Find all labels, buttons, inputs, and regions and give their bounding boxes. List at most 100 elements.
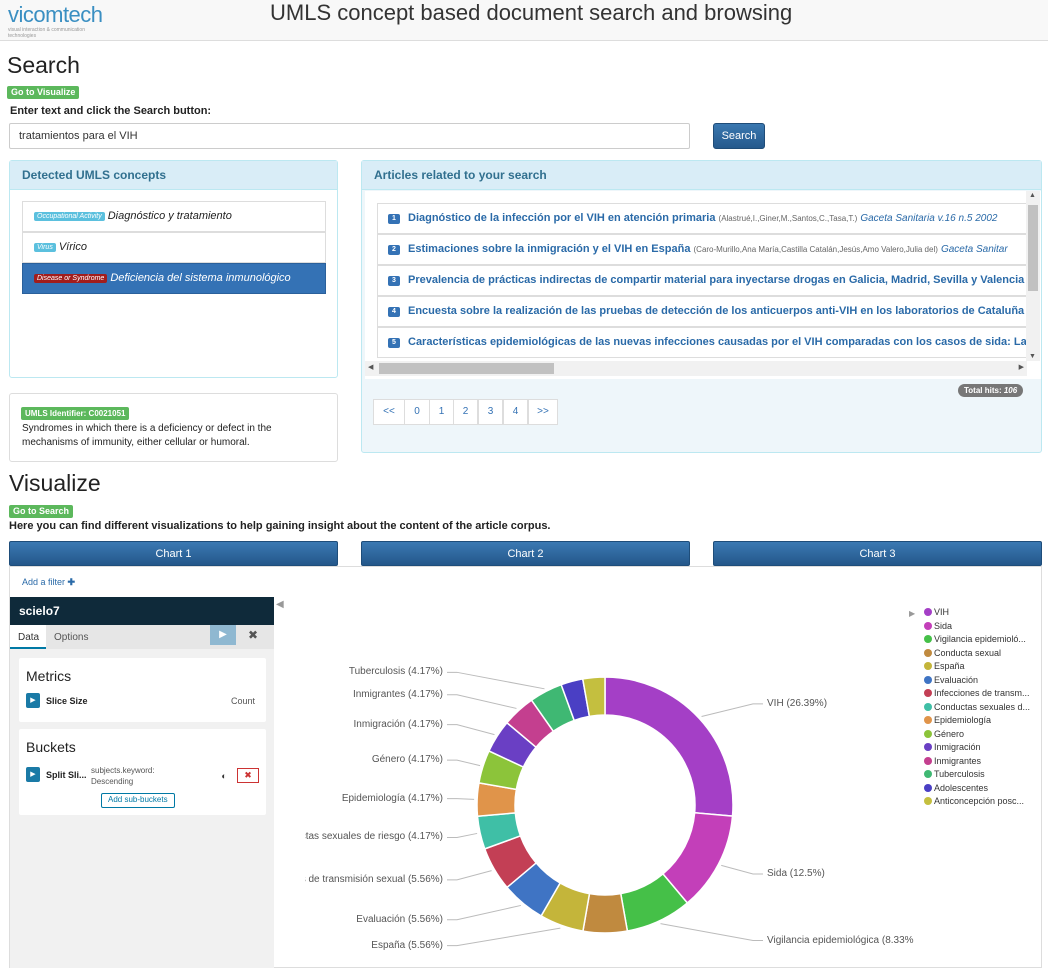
- legend-label: Género: [934, 728, 965, 739]
- slice-label: Tuberculosis (4.17%): [348, 666, 443, 678]
- tab-data[interactable]: Data: [10, 625, 46, 649]
- search-button[interactable]: Search: [713, 123, 765, 149]
- legend-swatch: [924, 648, 932, 657]
- tab-chart-3[interactable]: Chart 3: [713, 541, 1042, 566]
- concept-item[interactable]: Occupational Activity Diagnóstico y trata…: [22, 201, 326, 232]
- legend-item[interactable]: Inmigración: [924, 742, 981, 752]
- legend-item[interactable]: Anticoncepción posc...: [924, 796, 1024, 806]
- pagination-item[interactable]: 2: [453, 399, 478, 425]
- article-title[interactable]: Diagnóstico de la infección por el VIH e…: [408, 212, 715, 224]
- legend-item[interactable]: Género: [924, 729, 964, 739]
- article-item[interactable]: 3 Prevalencia de prácticas indirectas de …: [377, 265, 1032, 296]
- go-to-visualize-button[interactable]: Go to Visualize: [7, 86, 80, 99]
- legend-label: Epidemiología: [934, 715, 992, 725]
- identifier-description: Syndromes in which there is a deficiency…: [22, 423, 272, 448]
- tab-chart-2[interactable]: Chart 2: [361, 541, 690, 566]
- legend-item[interactable]: España: [924, 661, 965, 671]
- pagination-item[interactable]: 0: [404, 399, 430, 425]
- collapse-sidebar-icon[interactable]: ◀: [276, 599, 284, 610]
- slice-label: Epidemiología (4.17%): [341, 792, 443, 804]
- editor-tabs: Data Options ▶ ✖: [10, 625, 274, 649]
- apply-changes-button[interactable]: ▶: [210, 625, 236, 645]
- concept-item[interactable]: Virus Vírico: [22, 232, 326, 263]
- total-hits-value: 106: [1003, 386, 1018, 395]
- tab-options[interactable]: Options: [54, 632, 88, 643]
- pagination-item[interactable]: >>: [528, 399, 558, 425]
- article-journal: Gaceta Sanitar: [940, 244, 1008, 255]
- legend-swatch: [924, 702, 932, 711]
- legend-item[interactable]: Epidemiología: [924, 715, 991, 725]
- scroll-left-icon[interactable]: ◀: [368, 363, 373, 371]
- article-item[interactable]: 1 Diagnóstico de la infección por el VIH …: [377, 203, 1032, 234]
- concept-label: Diagnóstico y tratamiento: [107, 210, 232, 222]
- scrollbar-thumb[interactable]: [1028, 205, 1038, 291]
- legend-item[interactable]: Infecciones de transm...: [924, 688, 1030, 698]
- scroll-up-icon[interactable]: ▲: [1029, 192, 1036, 199]
- search-heading: Search: [7, 52, 80, 78]
- vicomtech-logo[interactable]: vicomtech visual interaction & communica…: [8, 4, 114, 40]
- tab-chart-1[interactable]: Chart 1: [9, 541, 338, 566]
- scroll-right-icon[interactable]: ▶: [1019, 363, 1024, 371]
- legend-label: VIH: [934, 607, 950, 617]
- search-input[interactable]: tratamientos para el VIH: [9, 123, 690, 149]
- legend-item[interactable]: Sida: [924, 621, 952, 631]
- article-item[interactable]: 2 Estimaciones sobre la inmigración y el …: [377, 234, 1032, 265]
- concepts-panel: Detected UMLS concepts Occupational Acti…: [9, 160, 338, 378]
- total-hits-badge: Total hits: 106: [958, 384, 1024, 397]
- legend-item[interactable]: Adolescentes: [924, 783, 988, 793]
- slice-label: ductas sexuales de riesgo (4.17%): [305, 831, 443, 843]
- article-item[interactable]: 5 Características epidemiológicas de las …: [377, 327, 1032, 358]
- concept-type-tag: Occupational Activity: [34, 212, 105, 221]
- article-title[interactable]: Encuesta sobre la realización de las pru…: [408, 305, 1024, 317]
- visualize-heading: Visualize: [9, 470, 101, 496]
- article-title[interactable]: Estimaciones sobre la inmigración y el V…: [408, 243, 690, 255]
- concept-item[interactable]: Disease or Syndrome Deficiencia del siste…: [22, 263, 326, 294]
- legend-item[interactable]: Conductas sexuales d...: [924, 702, 1030, 712]
- bucket-value: subjects.keyword: Descending: [91, 766, 155, 786]
- pagination-item[interactable]: 4: [503, 399, 528, 425]
- legend-swatch: [924, 675, 932, 684]
- article-item[interactable]: 4 Encuesta sobre la realización de las pr…: [377, 296, 1032, 327]
- vertical-scrollbar[interactable]: ▲ ▼: [1026, 191, 1040, 361]
- article-number: 5: [388, 338, 400, 348]
- legend-item[interactable]: Evaluación: [924, 675, 978, 685]
- legend-swatch: [924, 770, 932, 778]
- legend-item[interactable]: Inmigrantes: [924, 756, 981, 766]
- pagination-item[interactable]: 3: [478, 399, 503, 425]
- search-prompt: Enter text and click the Search button:: [10, 105, 212, 117]
- legend-label: Infecciones de transm...: [934, 688, 1030, 698]
- expand-metric-icon[interactable]: ▶: [26, 693, 40, 708]
- article-journal: Gaceta Sanitaria v.16 n.5 2002: [860, 213, 998, 224]
- article-title[interactable]: Características epidemiológicas de las n…: [408, 336, 1031, 348]
- pagination-item[interactable]: 1: [429, 399, 454, 425]
- slice-label: Género (4.17%): [371, 754, 443, 766]
- plus-icon: ✚: [67, 577, 76, 587]
- article-authors: (Alastrué,I.,Giner,M.,Santos,C.,Tasa,T.): [718, 214, 858, 223]
- legend-item[interactable]: Conducta sexual: [924, 648, 1001, 658]
- pagination-item[interactable]: <<: [373, 399, 405, 425]
- legend-item[interactable]: Vigilancia epidemioló...: [924, 634, 1026, 644]
- hscrollbar-thumb[interactable]: [379, 363, 554, 374]
- legend-toggle-icon[interactable]: ▶: [909, 609, 915, 618]
- article-title[interactable]: Prevalencia de prácticas indirectas de c…: [408, 274, 1024, 286]
- identifier-card: UMLS Identifier: C0021051 Syndromes in w…: [9, 393, 338, 462]
- add-sub-buckets-button[interactable]: Add sub-buckets: [101, 793, 175, 808]
- article-number: 1: [388, 214, 400, 224]
- add-filter-link[interactable]: Add a filter ✚: [22, 577, 75, 588]
- legend-label: Anticoncepción posc...: [934, 796, 1025, 806]
- horizontal-scrollbar[interactable]: ◀ ▶: [365, 361, 1027, 376]
- go-to-search-button[interactable]: Go to Search: [9, 505, 74, 518]
- toggle-icon[interactable]: ◐: [215, 771, 233, 783]
- remove-bucket-button[interactable]: ✖: [237, 768, 259, 783]
- legend-swatch: [924, 689, 932, 697]
- top-bar: vicomtech visual interaction & communica…: [0, 0, 1048, 41]
- legend-label: Evaluación: [934, 674, 979, 685]
- expand-bucket-icon[interactable]: ▶: [26, 767, 40, 782]
- legend-item[interactable]: VIH: [924, 607, 949, 617]
- slice-label: Vigilancia epidemiológica (8.33%: [767, 934, 914, 946]
- concept-label: Vírico: [58, 241, 87, 253]
- discard-changes-button[interactable]: ✖: [240, 625, 266, 645]
- scroll-down-icon[interactable]: ▼: [1029, 353, 1036, 360]
- legend-item[interactable]: Tuberculosis: [924, 769, 985, 779]
- articles-list[interactable]: 1 Diagnóstico de la infección por el VIH …: [365, 191, 1041, 379]
